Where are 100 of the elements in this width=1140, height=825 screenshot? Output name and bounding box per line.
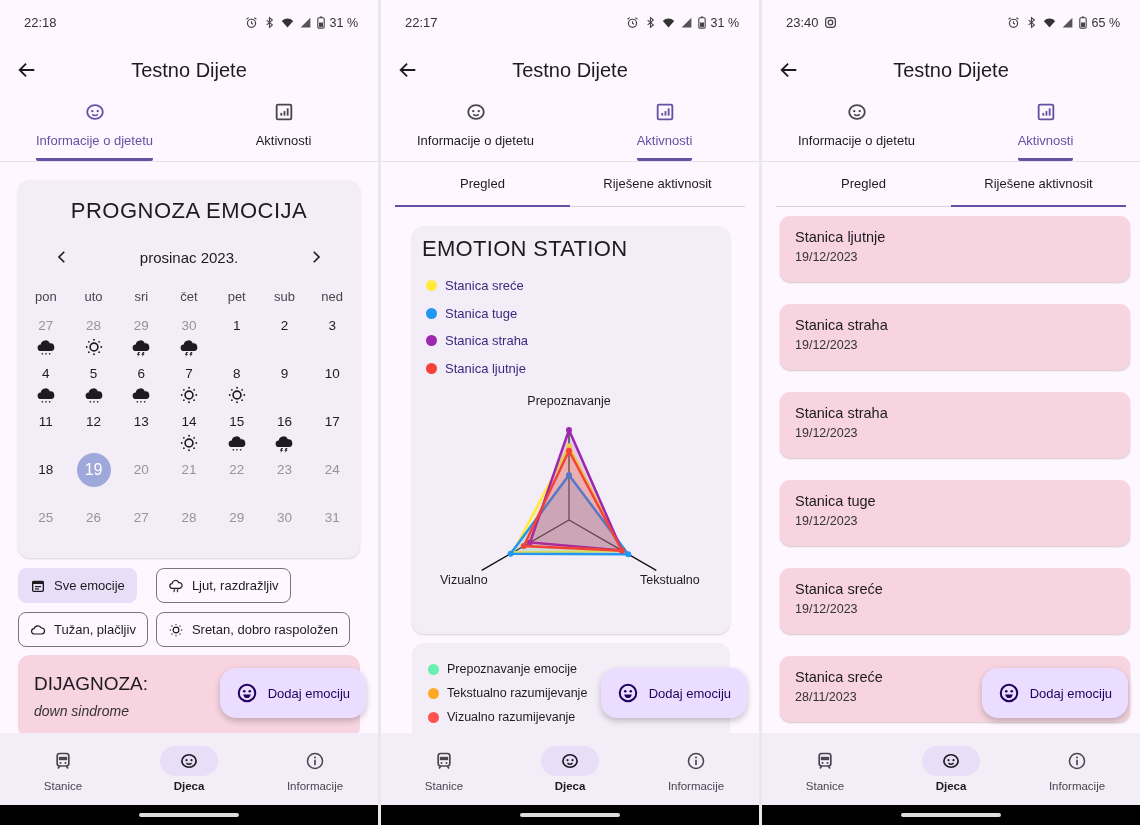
status-time: 22:18 (24, 15, 57, 30)
calendar-day[interactable]: 1 (225, 315, 248, 337)
activity-card[interactable]: Stanica tuge 19/12/2023 (780, 480, 1130, 546)
calendar-day[interactable]: 11 (34, 411, 57, 433)
status-time: 22:17 (405, 15, 438, 30)
activity-date: 19/12/2023 (795, 602, 858, 616)
calendar-day[interactable]: 17 (321, 411, 344, 433)
train-icon (53, 751, 73, 771)
calendar-day[interactable]: 14 (178, 411, 200, 433)
activity-title: Stanica sreće (795, 581, 883, 597)
activity-title: Stanica ljutnje (795, 229, 886, 245)
axis-label: Vizualno (440, 573, 488, 587)
sub-tab[interactable]: Riješene aktivnosit (570, 162, 745, 207)
smiley-icon (235, 682, 258, 704)
nav-item[interactable]: Djeca (126, 733, 252, 805)
screen-title: Testno Dijete (893, 58, 1009, 82)
baby-face-icon (179, 751, 199, 771)
activity-card[interactable]: Stanica straha 19/12/2023 (780, 392, 1130, 458)
train-icon (815, 751, 835, 771)
calendar-day[interactable]: 6 (130, 363, 153, 385)
weekday-label: pon (35, 288, 57, 304)
add-emotion-button[interactable]: Dodaj emociju (219, 668, 366, 718)
sun-icon (167, 621, 184, 638)
legend-label: Stanica tuge (445, 305, 518, 321)
legend-label: Tekstualno razumijevanje (447, 686, 588, 700)
add-emotion-button[interactable]: Dodaj emociju (600, 668, 747, 718)
sub-tab[interactable]: Pregled (395, 162, 570, 207)
activity-title: Stanica tuge (795, 493, 876, 509)
battery-icon (1078, 16, 1087, 29)
calendar-day[interactable]: 8 (225, 363, 248, 385)
activity-date: 19/12/2023 (795, 514, 858, 528)
battery-percent: 31 % (329, 15, 358, 30)
battery-percent: 65 % (1091, 15, 1120, 30)
weekday-label: ned (321, 288, 343, 304)
info-icon (1067, 751, 1087, 771)
activity-card[interactable]: Stanica straha 19/12/2023 (780, 304, 1130, 370)
activity-date: 19/12/2023 (795, 426, 858, 440)
calendar-day[interactable]: 10 (321, 363, 344, 385)
screen-title: Testno Dijete (131, 58, 247, 82)
smiley-icon (997, 682, 1020, 704)
filter-chip[interactable]: Tužan, plačljiv (18, 612, 148, 647)
wifi-icon (661, 16, 675, 29)
calendar-title: PROGNOZA EMOCIJA (69, 197, 309, 225)
baby-face-icon (941, 751, 961, 771)
axis-label: Tekstualno (640, 573, 700, 587)
nav-item[interactable]: Stanice (0, 733, 126, 805)
activity-card[interactable]: Stanica sreće 19/12/2023 (780, 568, 1130, 634)
tab[interactable]: Informacije o djetetu (0, 95, 189, 161)
sub-tab[interactable]: Riješene aktivnosit (951, 162, 1126, 207)
storm-cloud-icon (178, 337, 200, 357)
weekday-label: sub (273, 288, 295, 304)
calendar-day[interactable]: 7 (178, 363, 200, 385)
smiley-icon (616, 682, 639, 704)
nav-item[interactable]: Stanice (381, 733, 507, 805)
legend-label: Stanica ljutnje (445, 360, 526, 376)
filter-chip[interactable]: Sve emocije (18, 568, 137, 603)
activity-date: 28/11/2023 (795, 690, 857, 704)
calendar-day[interactable]: 18 (34, 459, 57, 481)
legend-label: Stanica sreće (445, 278, 524, 294)
nav-item[interactable]: Djeca (507, 733, 633, 805)
activity-card[interactable]: Stanica ljutnje 19/12/2023 (780, 216, 1130, 282)
baby-face-icon (845, 101, 868, 123)
activity-title: Stanica sreće (795, 669, 883, 685)
activity-title: Stanica straha (795, 317, 888, 333)
nav-item[interactable]: Informacije (633, 733, 759, 805)
diagnosis-title: DIJAGNOZA: (34, 673, 148, 695)
nav-item[interactable]: Informacije (252, 733, 378, 805)
add-emotion-button[interactable]: Dodaj emociju (981, 668, 1128, 718)
screen-title: Testno Dijete (512, 58, 628, 82)
calendar-day[interactable]: 15 (225, 411, 248, 433)
weekday-label: pet (227, 288, 246, 304)
calendar-day[interactable]: 5 (82, 363, 105, 385)
nav-item[interactable]: Stanice (762, 733, 888, 805)
calendar-day[interactable]: 3 (321, 315, 344, 337)
calendar-day[interactable]: 4 (34, 363, 57, 385)
tab[interactable]: Aktivnosti (951, 95, 1140, 161)
storm-cloud-icon (167, 577, 184, 594)
calendar-day[interactable]: 12 (82, 411, 105, 433)
wifi-icon (1042, 16, 1056, 29)
activity-date: 19/12/2023 (795, 338, 858, 352)
sub-tab[interactable]: Pregled (776, 162, 951, 207)
nav-item[interactable]: Djeca (888, 733, 1014, 805)
calendar-day[interactable]: 9 (273, 363, 296, 385)
wifi-icon (280, 16, 294, 29)
calendar-day[interactable]: 2 (273, 315, 296, 337)
filter-chip[interactable]: Ljut, razdražljiv (155, 568, 291, 603)
battery-percent: 31 % (710, 15, 739, 30)
alarm-icon (1006, 16, 1020, 29)
sun-icon (178, 433, 200, 453)
tab[interactable]: Informacije o djetetu (762, 95, 951, 161)
tab[interactable]: Aktivnosti (189, 95, 378, 161)
tab[interactable]: Informacije o djetetu (381, 95, 570, 161)
alarm-icon (625, 16, 639, 29)
weekday-label: uto (84, 288, 103, 304)
filter-chip[interactable]: Sretan, dobro raspoložen (155, 612, 350, 647)
activity-date: 19/12/2023 (795, 250, 858, 264)
nav-item[interactable]: Informacije (1014, 733, 1140, 805)
tab[interactable]: Aktivnosti (570, 95, 759, 161)
calendar-day[interactable]: 13 (130, 411, 153, 433)
calendar-day[interactable]: 16 (273, 411, 296, 433)
